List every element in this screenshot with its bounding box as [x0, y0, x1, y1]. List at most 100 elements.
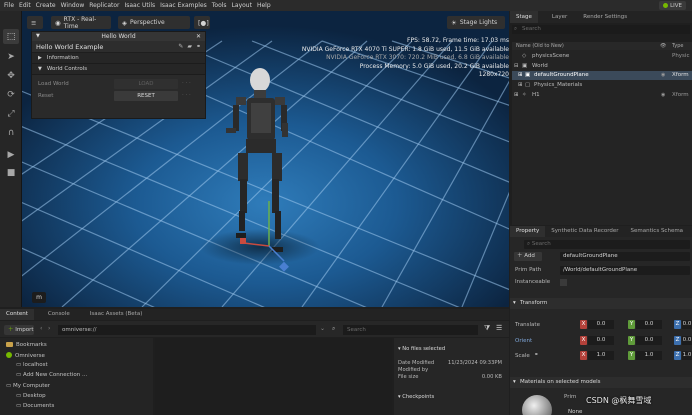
cursor-tool-icon[interactable]: ➤: [3, 49, 19, 64]
filter-icon[interactable]: ⧩: [484, 324, 490, 333]
content-path-input[interactable]: omniverse://: [58, 325, 316, 335]
link-icon[interactable]: ⚭: [196, 43, 201, 50]
content-file-grid[interactable]: [155, 338, 392, 415]
checkpoints-section[interactable]: ▾ Checkpoints: [398, 394, 506, 400]
menu-isaac-utils[interactable]: Isaac Utils: [124, 0, 155, 11]
scale-x-field[interactable]: 1.0: [588, 351, 614, 360]
tab-stage[interactable]: Stage: [510, 11, 538, 23]
viewport-extra-button[interactable]: [●]: [194, 16, 210, 29]
col-name[interactable]: Name (Old to New): [516, 43, 564, 49]
collapse-icon[interactable]: ▼: [36, 32, 40, 41]
translate-z-field[interactable]: 0.0: [682, 320, 692, 329]
snap-tool-icon[interactable]: ∩: [3, 125, 19, 140]
prim-name-field[interactable]: defaultGroundPlane: [560, 252, 690, 261]
translate-y-field[interactable]: 0.0: [636, 320, 662, 329]
load-world-row: Load World LOAD · · ·: [32, 78, 205, 90]
tree-item-world[interactable]: ⊟ ▣ World: [512, 62, 692, 71]
prim-path-field[interactable]: /World/defaultGroundPlane: [560, 266, 690, 275]
plus-icon: ＋: [8, 327, 14, 333]
expand-icon[interactable]: ⊞: [518, 71, 523, 80]
rotate-tool-icon[interactable]: ⟳: [3, 87, 19, 102]
tab-synthetic-data-recorder[interactable]: Synthetic Data Recorder: [545, 226, 624, 237]
expand-icon[interactable]: ⊞: [514, 91, 519, 100]
tree-item-localhost[interactable]: ▭ localhost: [16, 362, 48, 368]
load-button[interactable]: LOAD: [114, 79, 178, 89]
tree-item-physics-materials[interactable]: ⊞ ▢ Physics_Materials: [512, 81, 692, 90]
instanceable-checkbox[interactable]: [560, 279, 567, 286]
tab-isaac-assets[interactable]: Isaac Assets (Beta): [84, 309, 149, 320]
back-icon[interactable]: ‹: [40, 325, 42, 332]
menu-edit[interactable]: Edit: [19, 0, 31, 11]
import-button[interactable]: ＋ Import: [4, 325, 34, 335]
list-view-icon[interactable]: ☰: [496, 324, 502, 332]
menu-replicator[interactable]: Replicator: [89, 0, 119, 11]
tab-content[interactable]: Content: [0, 309, 34, 320]
hello-world-titlebar[interactable]: ▼ Hello World ✕: [32, 32, 205, 41]
menu-window[interactable]: Window: [61, 0, 85, 11]
menu-help[interactable]: Help: [257, 0, 271, 11]
scale-y-field[interactable]: 1.0: [636, 351, 662, 360]
viewport-menu-button[interactable]: ≡: [27, 16, 43, 29]
tree-item-my-computer[interactable]: ▭ My Computer: [6, 383, 50, 389]
expand-icon[interactable]: ⊞: [518, 81, 523, 90]
tree-item-bookmarks[interactable]: Bookmarks: [6, 342, 47, 348]
material-value[interactable]: None: [568, 409, 582, 415]
visibility-icon[interactable]: ◉: [661, 91, 665, 100]
hello-world-header: Hello World Example ✎ ▰ ⚭: [32, 41, 205, 53]
computer-icon: ▭: [6, 383, 13, 389]
menu-file[interactable]: File: [4, 0, 14, 11]
stage-lights-button[interactable]: ☀ Stage Lights: [447, 16, 505, 29]
units-badge[interactable]: m: [32, 292, 46, 303]
content-search-input[interactable]: Search: [343, 325, 478, 335]
add-button[interactable]: ＋ Add: [514, 252, 542, 261]
col-type[interactable]: Type: [672, 43, 683, 49]
tab-semantics-schema[interactable]: Semantics Schema: [625, 226, 690, 237]
stage-search-input[interactable]: ⌕ Search: [512, 25, 690, 34]
stop-icon[interactable]: ■: [3, 165, 19, 180]
close-icon[interactable]: ✕: [196, 32, 201, 41]
forward-icon[interactable]: ›: [48, 325, 50, 332]
renderer-button[interactable]: ◉ RTX - Real-Time: [51, 16, 111, 30]
scale-z-field[interactable]: 1.0: [682, 351, 692, 360]
tree-item-desktop[interactable]: ▭ Desktop: [16, 393, 46, 399]
live-button[interactable]: LIVE: [659, 1, 686, 10]
edit-icon[interactable]: ✎: [178, 43, 183, 50]
menu-create[interactable]: Create: [36, 0, 56, 11]
menu-layout[interactable]: Layout: [232, 0, 252, 11]
select-tool-icon[interactable]: ⬚: [3, 29, 19, 44]
translate-x-field[interactable]: 0.0: [588, 320, 614, 329]
tree-item-add-connection[interactable]: ▭ Add New Connection ...: [16, 372, 87, 378]
world-controls-section[interactable]: ▼ World Controls: [32, 64, 205, 75]
tab-render-settings[interactable]: Render Settings: [577, 11, 633, 23]
checkpoints-label: Checkpoints: [402, 394, 435, 400]
folder-icon[interactable]: ▰: [187, 43, 192, 50]
transform-section[interactable]: ▾ Transform: [510, 298, 692, 309]
information-section[interactable]: ▶ Information: [32, 53, 205, 64]
tree-item-h1[interactable]: ⊞ ✧ H1 ◉ Xform: [512, 91, 692, 100]
menu-isaac-examples[interactable]: Isaac Examples: [160, 0, 207, 11]
path-dropdown-icon[interactable]: ⌄: [320, 325, 325, 332]
camera-button[interactable]: ◈ Perspective: [118, 16, 190, 29]
link-icon[interactable]: ⚭: [534, 352, 539, 358]
tab-layer[interactable]: Layer: [546, 11, 573, 23]
orient-z-field[interactable]: 0.0: [682, 336, 692, 345]
orient-y-field[interactable]: 0.0: [636, 336, 662, 345]
materials-section[interactable]: ▾ Materials on selected models: [510, 377, 692, 388]
move-tool-icon[interactable]: ✥: [3, 68, 19, 83]
tab-console[interactable]: Console: [42, 309, 76, 320]
scale-tool-icon[interactable]: ⤢: [3, 106, 19, 121]
expand-icon[interactable]: ⊟: [514, 62, 519, 71]
tree-item-defaultgroundplane[interactable]: ⊞ ▣ defaultGroundPlane ◉ Xform: [512, 71, 692, 80]
play-icon[interactable]: ▶: [3, 147, 19, 162]
visibility-icon[interactable]: ◉: [661, 71, 665, 80]
material-preview-sphere: [522, 395, 552, 415]
reset-button[interactable]: RESET: [114, 91, 178, 101]
orient-x-field[interactable]: 0.0: [588, 336, 614, 345]
tree-item-omniverse[interactable]: Omniverse: [6, 352, 45, 359]
menu-tools[interactable]: Tools: [212, 0, 227, 11]
property-search-input[interactable]: ⌕ Search: [524, 240, 690, 249]
tree-item-documents[interactable]: ▭ Documents: [16, 403, 54, 409]
orient-label: Orient: [515, 338, 533, 344]
tree-item-physicsscene[interactable]: ◇ physicsScene Physic: [512, 52, 692, 61]
tab-property[interactable]: Property: [510, 226, 546, 237]
